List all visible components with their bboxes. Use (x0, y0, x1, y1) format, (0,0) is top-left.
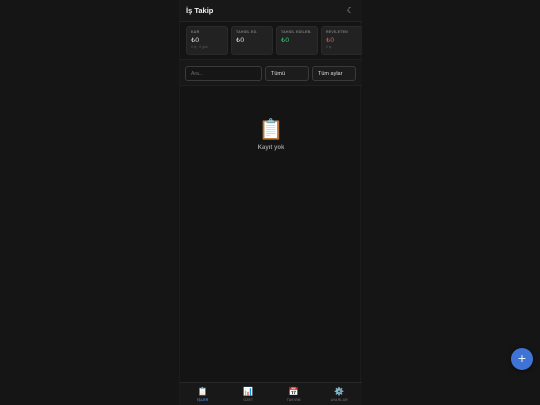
bottom-nav: 📋 İŞLER 📊 ÖZET 📅 TAKVİM ⚙️ AYARLAR (180, 382, 362, 405)
stat-card-reviletten: REVİLETEN ₺0 0 iş (321, 26, 362, 55)
stat-label: TAHSİL EDİLEB. (281, 30, 312, 34)
theme-toggle-moon-icon[interactable]: ☾ (347, 6, 354, 15)
nav-label: ÖZET (243, 397, 254, 402)
stat-card-tahsil-edilen: TAHSİL ED. ₺0 (231, 26, 273, 55)
stat-card-kar: KAR ₺0 0 iş · 0 gün (186, 26, 228, 55)
nav-item-isler[interactable]: 📋 İŞLER (180, 383, 226, 405)
add-job-button[interactable]: + (511, 348, 533, 370)
stat-value: ₺0 (281, 36, 290, 44)
month-filter-select[interactable]: Tüm aylar (312, 66, 356, 81)
empty-state: 📋 Kayıt yok (180, 117, 362, 151)
bar-chart-icon: 📊 (243, 386, 254, 396)
clipboard-icon: 📋 (258, 117, 284, 141)
stat-value: ₺0 (236, 36, 245, 44)
stat-sub: 0 iş (326, 45, 332, 49)
calendar-icon: 📅 (288, 386, 299, 396)
empty-state-text: Kayıt yok (257, 145, 285, 151)
stat-label: TAHSİL ED. (236, 30, 258, 34)
search-input[interactable] (185, 66, 262, 81)
stat-label: KAR (191, 30, 200, 34)
nav-label: AYARLAR (330, 397, 348, 402)
app-title: İş Takip (186, 6, 214, 15)
nav-item-takvim[interactable]: 📅 TAKVİM (271, 383, 317, 405)
nav-label: İŞLER (197, 397, 209, 402)
nav-item-ozet[interactable]: 📊 ÖZET (226, 383, 272, 405)
stat-label: REVİLETEN (326, 30, 348, 34)
nav-label: TAKVİM (286, 397, 301, 402)
clipboard-icon: 📋 (197, 386, 208, 396)
app-frame: İş Takip ☾ KAR ₺0 0 iş · 0 gün TAHSİL ED… (179, 0, 362, 405)
stats-row: KAR ₺0 0 iş · 0 gün TAHSİL ED. ₺0 TAHSİL… (186, 26, 362, 56)
stat-value: ₺0 (191, 36, 200, 44)
status-filter-select[interactable]: Tümü (265, 66, 309, 81)
nav-item-ayarlar[interactable]: ⚙️ AYARLAR (317, 383, 363, 405)
app-header: İş Takip ☾ (180, 0, 362, 22)
gear-icon: ⚙️ (334, 386, 345, 396)
stat-card-tahsil-edilebilir: TAHSİL EDİLEB. ₺0 (276, 26, 318, 55)
filter-bar: Tümü Tüm aylar (180, 59, 362, 86)
stat-sub: 0 iş · 0 gün (191, 45, 208, 49)
stat-value: ₺0 (326, 36, 335, 44)
